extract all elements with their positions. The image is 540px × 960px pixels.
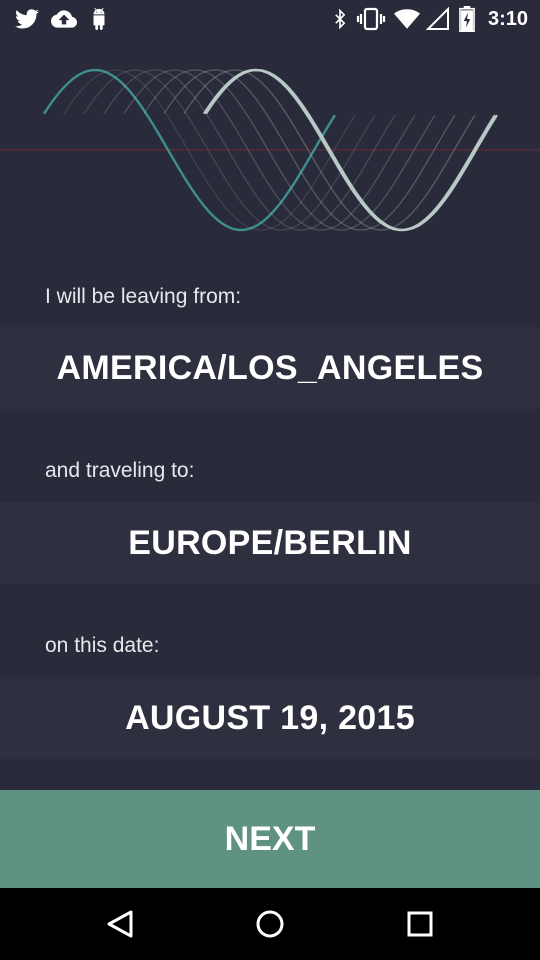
next-button-label: NEXT xyxy=(224,819,316,858)
destination-prompt: and traveling to: xyxy=(45,459,195,482)
twitter-icon xyxy=(15,9,39,29)
wifi-icon xyxy=(394,9,420,29)
date-selector[interactable]: AUGUST 19, 2015 xyxy=(0,677,540,759)
status-time: 3:10 xyxy=(487,8,528,30)
app-screen: 3:10 I will be leaving from: AMERICA/LOS… xyxy=(0,0,540,960)
destination-value: EUROPE/BERLIN xyxy=(128,523,412,562)
home-icon[interactable] xyxy=(248,902,292,946)
origin-value: AMERICA/LOS_ANGELES xyxy=(56,348,484,387)
signal-icon xyxy=(426,6,449,30)
cloud-upload-icon xyxy=(51,10,77,28)
vibrate-icon xyxy=(356,7,386,31)
bluetooth-icon xyxy=(335,8,346,30)
date-prompt: on this date: xyxy=(45,634,160,657)
android-icon xyxy=(93,7,105,30)
back-icon[interactable] xyxy=(98,902,142,946)
destination-selector[interactable]: EUROPE/BERLIN xyxy=(0,502,540,584)
origin-prompt: I will be leaving from: xyxy=(45,285,242,308)
date-value: AUGUST 19, 2015 xyxy=(125,698,415,737)
battery-charging-icon xyxy=(459,6,475,32)
status-bar: 3:10 xyxy=(0,0,540,38)
next-button[interactable]: NEXT xyxy=(0,790,540,888)
navigation-bar xyxy=(0,888,540,960)
recents-icon[interactable] xyxy=(398,902,442,946)
origin-selector[interactable]: AMERICA/LOS_ANGELES xyxy=(0,327,540,409)
wave-graphic xyxy=(0,68,540,232)
